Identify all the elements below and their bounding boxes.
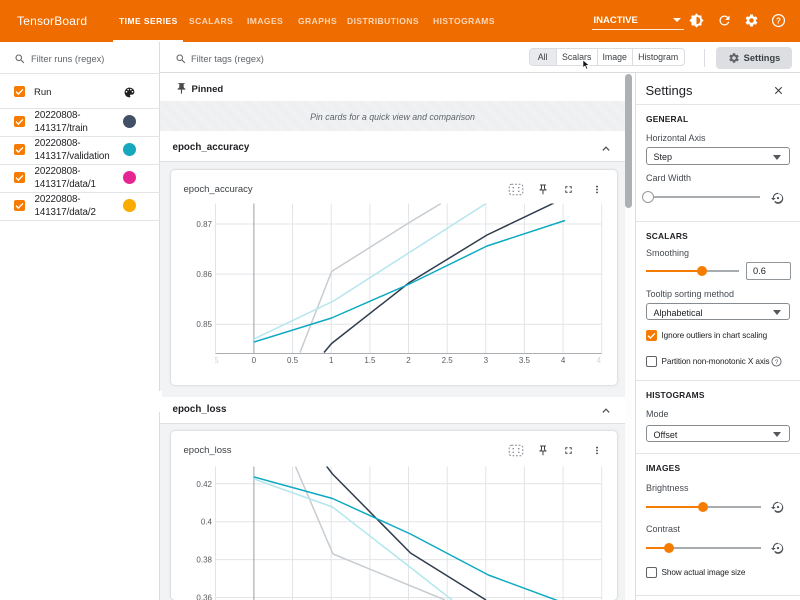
svg-text:0.36: 0.36 [196, 593, 212, 600]
svg-text:0.38: 0.38 [196, 556, 212, 565]
svg-text:?: ? [776, 16, 781, 25]
svg-text:1: 1 [329, 356, 334, 365]
svg-text:0.86: 0.86 [196, 270, 212, 279]
svg-text:0.5: 0.5 [287, 356, 299, 365]
svg-text:0.4: 0.4 [201, 518, 213, 527]
svg-text:5: 5 [214, 356, 219, 365]
svg-text:0: 0 [252, 356, 257, 365]
svg-text:3: 3 [484, 356, 489, 365]
svg-text:0.87: 0.87 [196, 220, 212, 229]
svg-text:4: 4 [597, 356, 602, 365]
svg-text:3.5: 3.5 [519, 356, 531, 365]
svg-text:0.42: 0.42 [196, 480, 212, 489]
svg-text:4: 4 [561, 356, 566, 365]
svg-text:0.85: 0.85 [196, 320, 212, 329]
svg-text:2.5: 2.5 [442, 356, 454, 365]
svg-text:1.5: 1.5 [364, 356, 376, 365]
svg-text:2: 2 [406, 356, 411, 365]
svg-text:?: ? [775, 359, 779, 366]
